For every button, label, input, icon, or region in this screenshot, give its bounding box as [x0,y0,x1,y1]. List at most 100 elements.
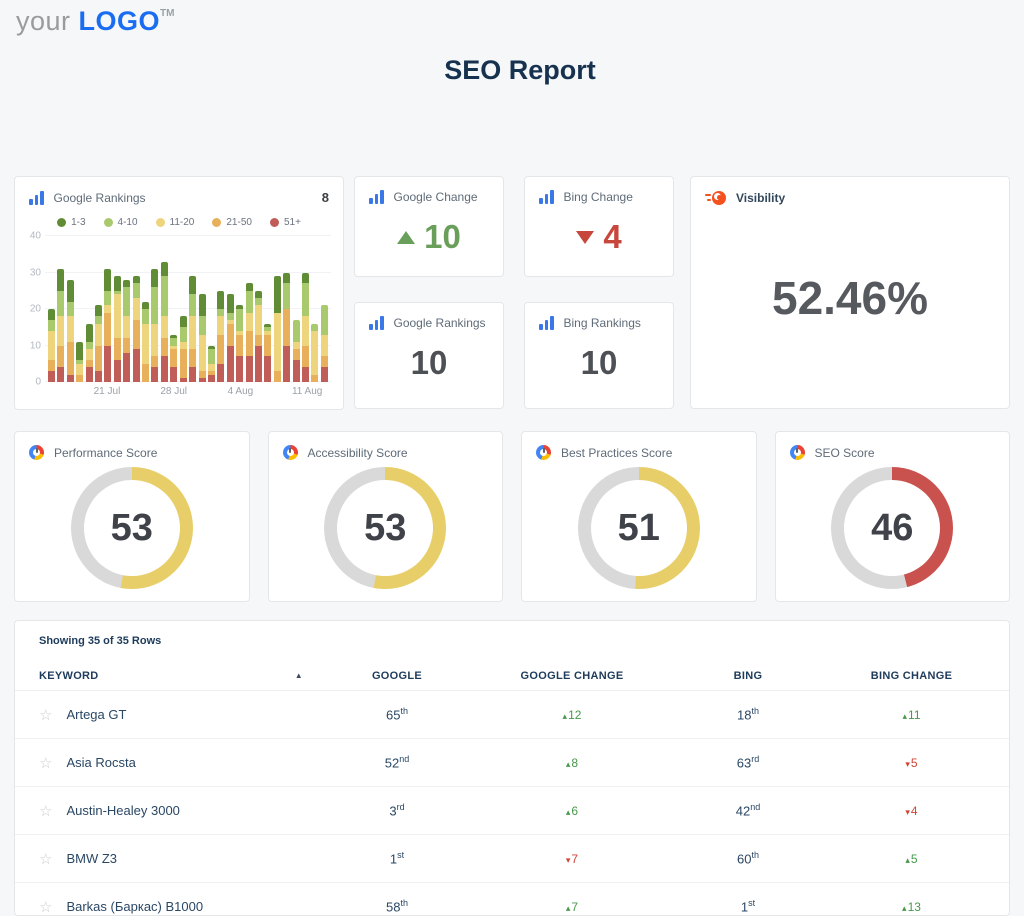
card-title: Google Rankings [53,190,146,205]
google-rankings-value: 10 [410,344,448,381]
column-header-google-change[interactable]: GOOGLE CHANGE [485,670,659,682]
stacked-bar[interactable] [320,305,328,382]
column-header-keyword[interactable]: KEYWORD ▲ [39,670,309,682]
table-row[interactable]: ☆ Austin-Healey 3000 3rd ▴6 42nd ▾4 [15,787,1009,835]
triangle-up-icon: ▴ [902,902,907,913]
stacked-bar[interactable] [301,272,309,382]
bar-chart-icon [29,190,44,205]
bar-segment-51+ [85,367,93,382]
star-icon[interactable]: ☆ [39,754,52,772]
stacked-bar[interactable] [170,334,178,382]
star-icon[interactable]: ☆ [39,802,52,820]
table-row[interactable]: ☆ Asia Rocsta 52nd ▴8 63rd ▾5 [15,739,1009,787]
score-card-1: Accessibility Score 53 [267,431,503,602]
score-card-3: SEO Score 46 [774,431,1010,602]
stacked-bar[interactable] [57,268,65,382]
bar-segment-11-20 [132,298,140,320]
stacked-bar[interactable] [123,279,131,382]
google-change-cell: ▴7 [565,899,579,914]
bar-segment-1-3 [301,272,309,284]
star-icon[interactable]: ☆ [39,706,52,724]
sort-asc-icon[interactable]: ▲ [295,671,309,680]
score-card-2: Best Practices Score 51 [521,431,757,602]
stacked-bar[interactable] [283,272,291,382]
keyword-label: Artega GT [66,707,127,722]
column-header-google[interactable]: GOOGLE [309,670,485,682]
bar-segment-51+ [160,356,168,382]
keyword-label: Barkas (Баркас) B1000 [66,899,204,914]
stacked-bar[interactable] [207,345,215,382]
bar-segment-21-50 [104,312,112,346]
stacked-bar[interactable] [273,276,281,382]
stacked-bar[interactable] [189,276,197,382]
stacked-bar[interactable] [311,323,319,382]
x-tick-label: 28 Jul [160,386,188,397]
bar-segment-21-50 [179,349,187,379]
card-title: Google Change [393,190,478,204]
bing-change-value: 4 [603,218,622,255]
bar-segment-4-10 [189,294,197,317]
bar-segment-21-50 [113,338,121,361]
triangle-up-icon: ▴ [565,902,571,913]
bar-segment-21-50 [160,338,168,357]
bar-segment-21-50 [48,360,55,372]
stacked-bar[interactable] [160,261,168,382]
triangle-up-icon: ▴ [902,710,908,721]
bar-segment-21-50 [142,363,150,382]
bar-segment-21-50 [57,345,65,368]
star-icon[interactable]: ☆ [39,850,52,868]
bar-segment-21-50 [132,319,140,350]
stacked-bar[interactable] [85,323,93,382]
table-row[interactable]: ☆ Barkas (Баркас) B1000 58th ▴7 1st ▴13 [15,883,1009,916]
keyword-cell: ☆ Barkas (Баркас) B1000 [39,898,309,916]
stacked-bar[interactable] [132,276,140,382]
stacked-bar[interactable] [264,323,272,382]
bar-segment-4-10 [226,312,234,320]
stacked-bar[interactable] [254,290,262,382]
chart-x-axis: 21 Jul 28 Jul 4 Aug 11 Aug [45,382,331,398]
google-rank-cell: 1st [389,850,405,867]
bar-segment-4-10 [104,290,112,306]
table-row[interactable]: ☆ BMW Z3 1st ▾7 60th ▴5 [15,835,1009,883]
legend-item-1-3: 1-3 [57,217,86,228]
bar-segment-1-3 [48,309,55,320]
bar-segment-11-20 [254,305,262,335]
stacked-bar[interactable] [292,319,300,382]
column-header-bing[interactable]: BING [659,670,837,682]
legend-dot-icon [269,218,279,227]
stacked-bar[interactable] [95,305,103,382]
pagespeed-icon [536,445,551,460]
table-header-row: KEYWORD ▲ GOOGLE GOOGLE CHANGE BING BING … [15,661,1009,691]
stacked-bar[interactable] [104,268,112,382]
stacked-bar[interactable] [198,294,206,382]
stacked-bar[interactable] [113,276,121,382]
bar-segment-1-3 [226,294,234,313]
bing-change-cell: ▴5 [905,851,918,866]
stacked-bar[interactable] [151,268,159,382]
bar-segment-51+ [57,367,65,382]
stacked-bar[interactable] [236,305,244,382]
triangle-up-icon [397,230,416,244]
bar-segment-1-3 [179,316,187,328]
stacked-bar[interactable] [245,283,253,382]
bar-segment-4-10 [207,349,215,364]
bar-segment-51+ [132,349,140,382]
google-change-cell: ▴8 [565,755,579,770]
table-row[interactable]: ☆ Artega GT 65th ▴12 18th ▴11 [15,691,1009,739]
stacked-bar[interactable] [76,341,84,382]
bar-segment-4-10 [95,316,103,324]
bar-segment-1-3 [245,283,253,291]
stacked-bar[interactable] [179,316,187,382]
bar-segment-51+ [123,352,131,382]
bar-segment-11-20 [76,363,84,375]
stacked-bar[interactable] [48,309,55,382]
stacked-bar[interactable] [226,294,234,382]
star-icon[interactable]: ☆ [39,898,52,916]
stacked-bar[interactable] [217,290,225,382]
stacked-bar[interactable] [142,301,150,382]
bing-rank-cell: 18th [737,706,759,723]
stacked-bar[interactable] [66,279,74,382]
score-value: 46 [871,506,914,549]
column-header-bing-change[interactable]: BING CHANGE [837,670,986,682]
kpi-column-google: Google Change 10 Google Rankings 10 [354,176,504,410]
